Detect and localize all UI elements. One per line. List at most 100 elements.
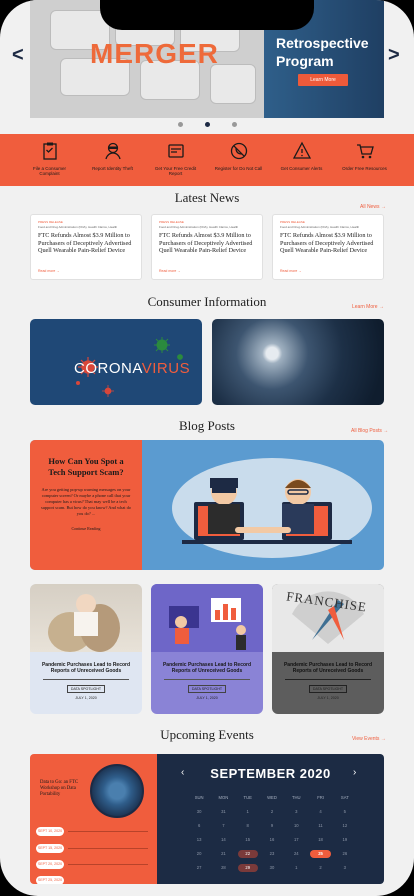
slider-dot[interactable] [232, 122, 237, 127]
calendar-dow: TUE [243, 795, 252, 800]
hurricane-card[interactable] [212, 319, 384, 405]
blog-card-badge: DATA SPOTLIGHT [188, 685, 226, 693]
clipboard-icon [39, 140, 61, 162]
action-consumer-alerts[interactable]: Get Consumer Alerts [277, 134, 327, 186]
events-list: Data to Go: an FTC Workshop on Data Port… [30, 754, 157, 884]
calendar-dow: FRI [317, 795, 324, 800]
calendar-day[interactable]: 1 [236, 808, 260, 816]
calendar-day[interactable]: 15 [236, 836, 260, 844]
featured-event-title[interactable]: Data to Go: an FTC Workshop on Data Port… [40, 780, 92, 799]
calendar-day[interactable]: 24 [284, 850, 308, 858]
event-date-pill[interactable]: SEPT 15, 2020 [36, 844, 64, 853]
calendar-dow: SUN [194, 795, 204, 800]
calendar-day[interactable]: 6 [187, 822, 211, 830]
alert-icon [291, 140, 313, 162]
action-file-complaint[interactable]: File a Consumer Complaint [25, 134, 75, 186]
news-card[interactable]: PRESS RELEASE Food and Drug Administrati… [151, 214, 263, 280]
all-blog-posts-link[interactable]: All Blog Posts → [351, 428, 388, 434]
calendar-day[interactable]: 9 [260, 822, 284, 830]
calendar-dow: MON [218, 795, 229, 800]
all-news-link[interactable]: All News → [360, 204, 386, 210]
action-free-resources[interactable]: Order Free Resources [340, 134, 390, 186]
view-events-link[interactable]: View Events → [352, 736, 386, 742]
event-date-pill[interactable]: SEPT 10, 2020 [36, 827, 64, 836]
phone-frame: < > MERGER r Retrospective Program Learn… [0, 0, 414, 896]
calendar-grid: SUN MON TUE WED THU FRI SAT 30 31 1 2 3 4 5 6 7 8 9 10 11 12… [187, 794, 357, 872]
calendar-day[interactable]: 2 [260, 808, 284, 816]
news-card-title: FTC Refunds Almost $3.9 Million to Purch… [159, 232, 253, 254]
news-card[interactable]: PRESS RELEASE Food and Drug Administrati… [272, 214, 384, 280]
chevron-right-icon[interactable]: > [388, 44, 400, 67]
event-date-pill[interactable]: SEPT 25, 2020 [36, 876, 64, 884]
calendar-day[interactable]: 27 [187, 864, 211, 872]
read-more-link[interactable]: Read more → [280, 269, 302, 273]
events-panel: Data to Go: an FTC Workshop on Data Port… [30, 754, 384, 884]
blog-card-badge: DATA SPOTLIGHT [309, 685, 347, 693]
blog-card-image [151, 584, 263, 652]
calendar-day[interactable]: 3 [333, 864, 357, 872]
calendar-day[interactable]: 2 [308, 864, 332, 872]
calendar-day[interactable]: 11 [308, 822, 332, 830]
action-do-not-call[interactable]: Register for Do Not Call [214, 134, 264, 186]
blog-card-title: Pandemic Purchases Lead to Record Report… [283, 662, 373, 674]
blog-card-date: JULY 1, 2020 [75, 696, 97, 700]
calendar-dow: SAT [340, 795, 349, 800]
calendar-day[interactable]: 20 [187, 850, 211, 858]
coronavirus-card[interactable]: CORONAVIRUS [30, 319, 202, 405]
featured-blog-title: How Can You Spot a Tech Support Scam? [48, 456, 124, 477]
news-card[interactable]: PRESS RELEASE Food and Drug Administrati… [30, 214, 142, 280]
calendar-day[interactable]: 30 [260, 864, 284, 872]
calendar-day[interactable]: 25 [310, 850, 331, 858]
blog-card-date: JULY 1, 2020 [196, 696, 218, 700]
calendar-day[interactable]: 3 [284, 808, 308, 816]
calendar-day[interactable]: 10 [284, 822, 308, 830]
calendar-next-button[interactable]: › [353, 767, 356, 778]
slider-dot-active[interactable] [205, 122, 210, 127]
calendar-day[interactable]: 26 [333, 850, 357, 858]
blog-card-badge: DATA SPOTLIGHT [67, 685, 105, 693]
blog-card[interactable]: Pandemic Purchases Lead to Record Report… [30, 584, 142, 714]
calendar-day[interactable]: 29 [237, 864, 258, 872]
calendar-day[interactable]: 14 [211, 836, 235, 844]
consumer-learn-more-link[interactable]: Learn More → [352, 304, 384, 310]
calendar-day[interactable]: 21 [211, 850, 235, 858]
calendar-day[interactable]: 8 [236, 822, 260, 830]
calendar-day[interactable]: 28 [211, 864, 235, 872]
calendar-day[interactable]: 4 [308, 808, 332, 816]
blog-illustration [142, 440, 384, 570]
calendar-day[interactable]: 18 [308, 836, 332, 844]
featured-blog-excerpt: Are you getting pop-up warning messages … [40, 487, 131, 516]
blog-card[interactable]: Pandemic Purchases Lead to Record Report… [151, 584, 263, 714]
action-report-identity-theft[interactable]: Report Identity Theft [88, 134, 138, 186]
calendar-day[interactable]: 19 [333, 836, 357, 844]
calendar-day[interactable]: 30 [187, 808, 211, 816]
chevron-left-icon[interactable]: < [12, 44, 24, 67]
action-credit-report[interactable]: Get Your Free Credit Report [151, 134, 201, 186]
calendar-dow: WED [267, 795, 277, 800]
calendar-day[interactable]: 5 [333, 808, 357, 816]
read-more-link[interactable]: Read more → [38, 269, 60, 273]
calendar-day[interactable]: 23 [260, 850, 284, 858]
calendar-day[interactable]: 1 [284, 864, 308, 872]
calendar-day[interactable]: 16 [260, 836, 284, 844]
learn-more-button[interactable]: Learn More [298, 74, 348, 86]
blog-card[interactable]: FRANCHISE Pandemic Purchases Lead to Rec… [272, 584, 384, 714]
read-more-link[interactable]: Read more → [159, 269, 181, 273]
featured-blog-post[interactable]: How Can You Spot a Tech Support Scam? Ar… [30, 440, 384, 570]
calendar-day[interactable]: 31 [211, 808, 235, 816]
event-date-pill[interactable]: SEPT 20, 2020 [36, 860, 64, 869]
cart-icon [354, 140, 376, 162]
slider-dot[interactable] [178, 122, 183, 127]
thief-icon [102, 140, 124, 162]
blog-card-title: Pandemic Purchases Lead to Record Report… [41, 662, 131, 674]
calendar-day[interactable]: 7 [211, 822, 235, 830]
news-card-title: FTC Refunds Almost $3.9 Million to Purch… [38, 232, 132, 254]
no-phone-icon [228, 140, 250, 162]
calendar-day[interactable]: 12 [333, 822, 357, 830]
section-title-news: Latest News [174, 190, 240, 205]
hero-image-word: MERGER [90, 38, 219, 69]
calendar-day[interactable]: 13 [187, 836, 211, 844]
continue-reading-link[interactable]: Continue Reading [40, 526, 132, 531]
calendar-day[interactable]: 22 [237, 850, 258, 858]
calendar-day[interactable]: 17 [284, 836, 308, 844]
